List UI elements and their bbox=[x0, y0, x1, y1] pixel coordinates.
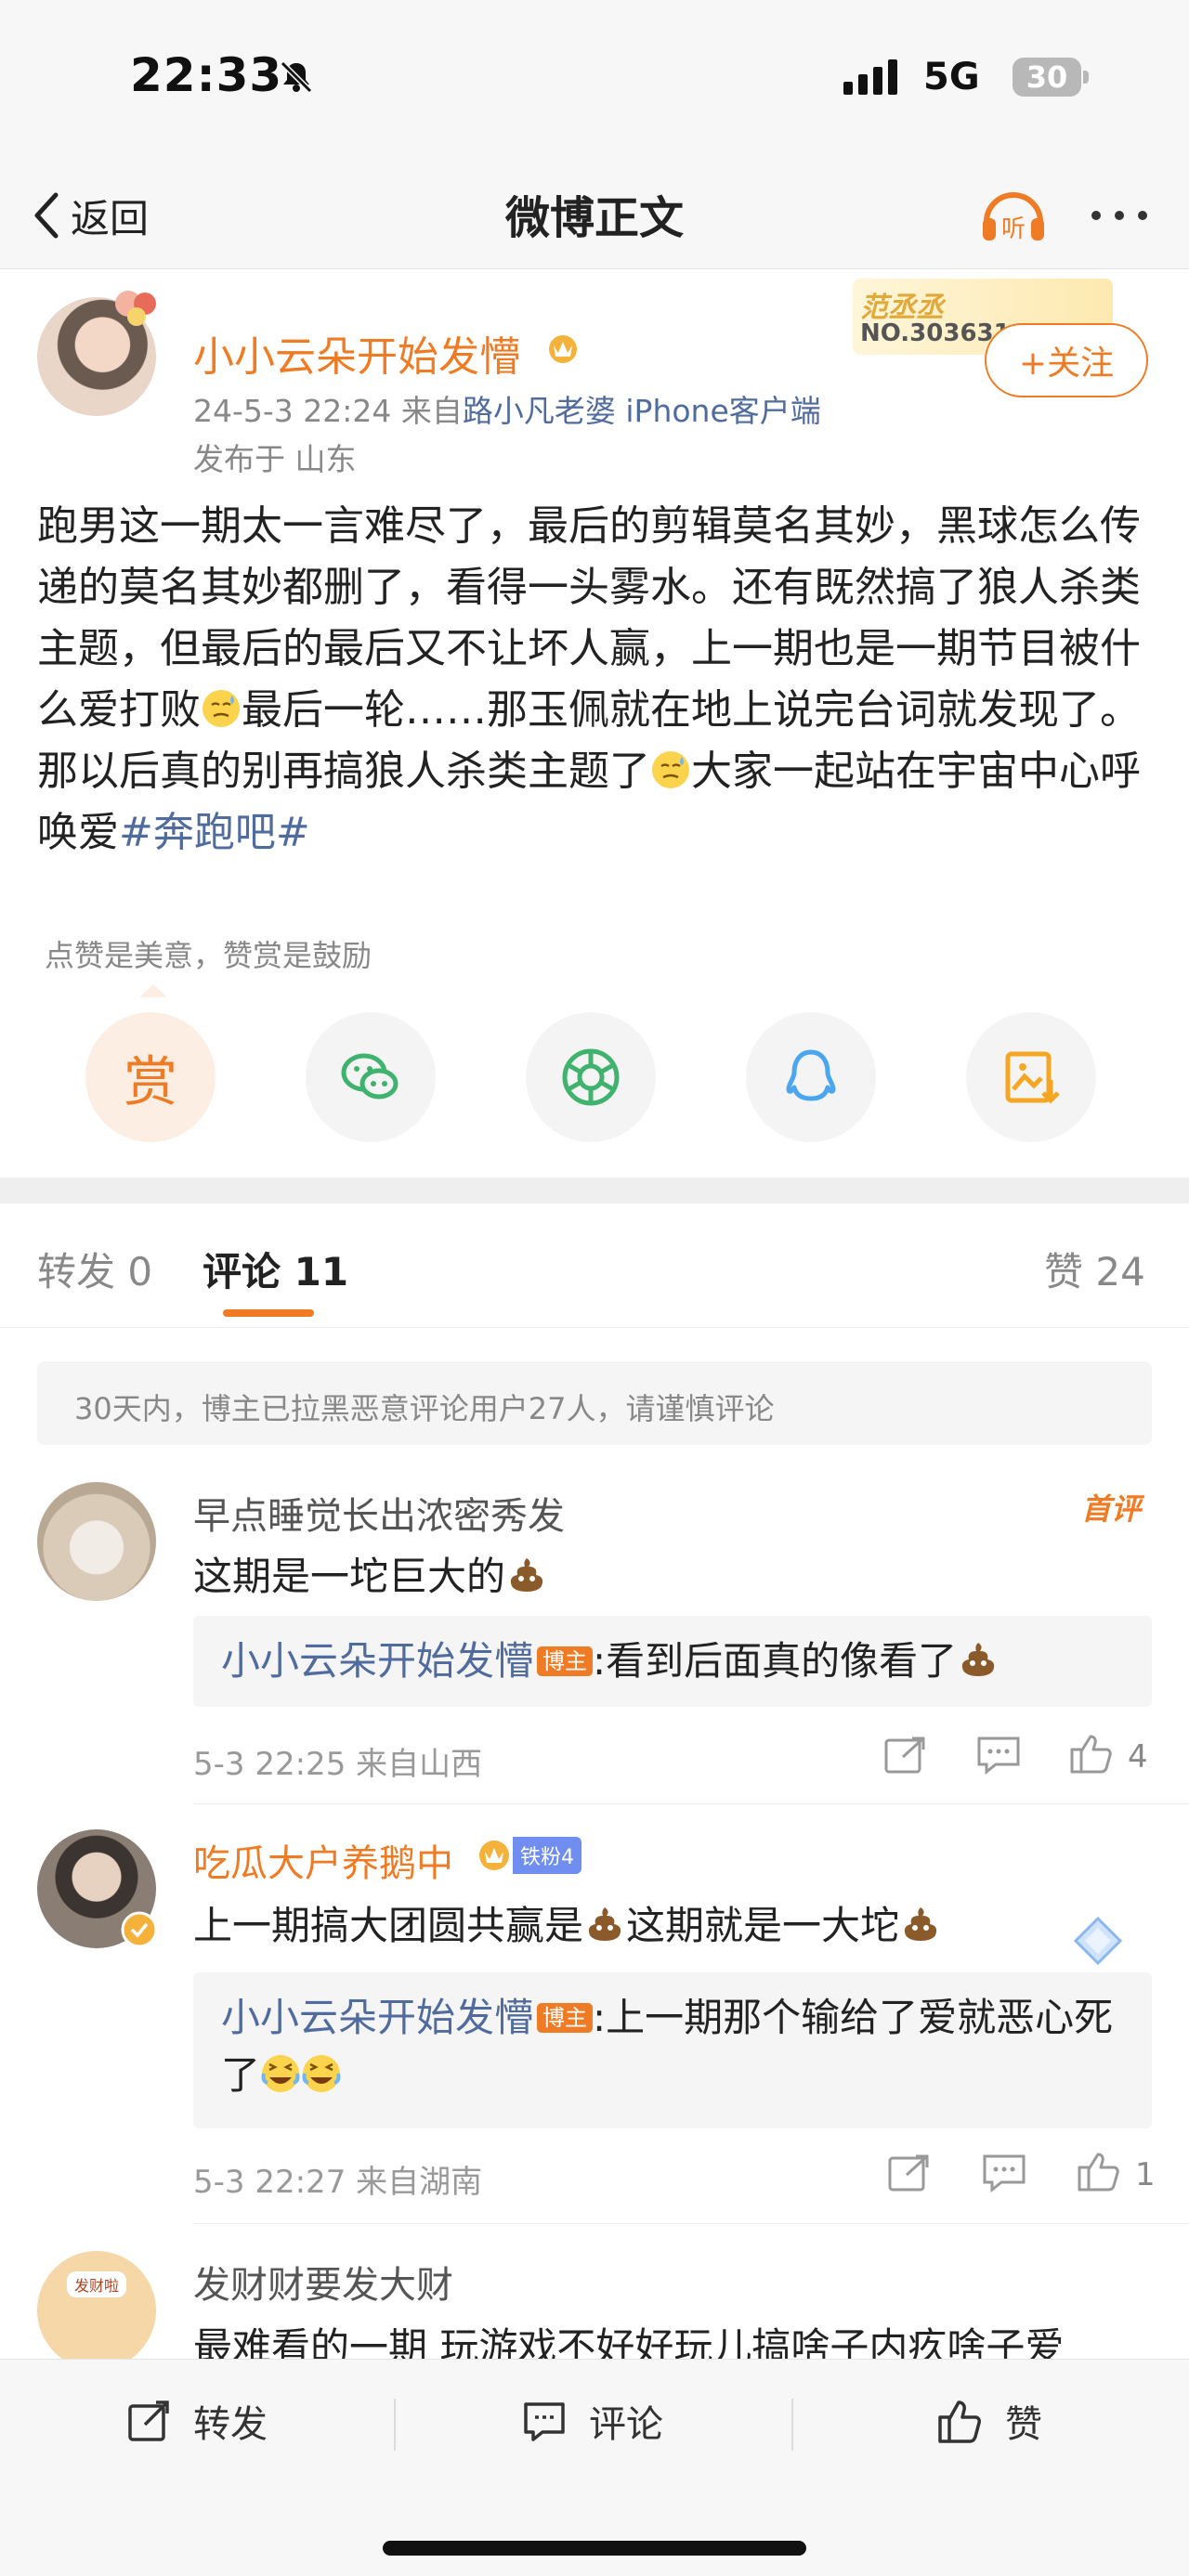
laugh-cry-emoji-icon bbox=[261, 2055, 300, 2092]
like-label: 赞 bbox=[1005, 2403, 1042, 2446]
blogger-tag: 博主 bbox=[537, 2003, 594, 2033]
separator bbox=[791, 2399, 793, 2451]
first-comment-badge: 首评 bbox=[1081, 1491, 1142, 1527]
reply-comment-icon[interactable] bbox=[979, 2151, 1029, 2195]
avatar-text: 发财啦 bbox=[66, 2271, 126, 2297]
more-icon[interactable] bbox=[1087, 202, 1152, 229]
commenter-avatar[interactable]: 发财啦 bbox=[37, 2251, 156, 2370]
verified-badge-icon bbox=[121, 1911, 158, 1948]
comment-text: 这期是一坨巨大的 bbox=[193, 1545, 548, 1602]
wechat-share-button[interactable] bbox=[306, 1012, 436, 1142]
poop-emoji-icon bbox=[588, 1907, 621, 1941]
blogger-reply[interactable]: 小小云朵开始发懵 博主:上一期那个输给了爱就恶心死了 bbox=[193, 1972, 1152, 2128]
reward-hint: 点赞是美意，赞赏是鼓励 bbox=[45, 938, 372, 973]
share-comment-icon[interactable] bbox=[881, 1733, 931, 1777]
headphones-icon[interactable]: 听 bbox=[977, 179, 1050, 252]
comment-button[interactable]: 评论 bbox=[520, 2393, 663, 2449]
like-count: 1 bbox=[1135, 2156, 1156, 2193]
repost-icon bbox=[128, 2400, 169, 2441]
comment-text-part2: 这期就是一大坨 bbox=[626, 1903, 900, 1948]
repost-label: 转发 bbox=[193, 2403, 268, 2446]
moments-icon bbox=[562, 1048, 620, 1106]
post-body: 跑男这一期太一言难尽了，最后的剪辑莫名其妙，黑球怎么传递的莫名其妙都删了，看得一… bbox=[37, 496, 1152, 864]
iron-fan-badge: 铁粉4 bbox=[476, 1837, 581, 1874]
blogger-tag: 博主 bbox=[537, 1646, 594, 1676]
post-source-link[interactable]: 路小凡老婆 iPhone客户端 bbox=[463, 393, 821, 429]
battery-icon: 30 bbox=[1013, 58, 1081, 97]
post-meta: 24-5-3 22:24 来自路小凡老婆 iPhone客户端 bbox=[193, 386, 821, 431]
image-download-icon bbox=[1005, 1051, 1060, 1104]
comment-meta: 5-3 22:25 来自山西 bbox=[193, 1746, 483, 1783]
share-row: 赏 bbox=[85, 1012, 1107, 1142]
share-comment-icon[interactable] bbox=[884, 2151, 934, 2195]
listen-label: 听 bbox=[1001, 215, 1026, 243]
qq-share-button[interactable] bbox=[746, 1012, 876, 1142]
qq-icon bbox=[786, 1049, 836, 1101]
comment-divider bbox=[193, 1803, 1189, 1804]
battery-level: 30 bbox=[1026, 59, 1068, 95]
commenter-name[interactable]: 吃瓜大户养鹅中 bbox=[193, 1833, 453, 1887]
hint-arrow-icon bbox=[139, 984, 167, 997]
poop-emoji-icon bbox=[962, 1643, 995, 1676]
post-time: 24-5-3 22:24 来自 bbox=[193, 393, 463, 429]
comment-text-part1: 上一期搞大团圆共赢是 bbox=[193, 1903, 584, 1948]
laugh-cry-emoji-icon bbox=[302, 2055, 341, 2092]
comment-notice: 30天内，博主已拉黑恶意评论用户27人，请谨慎评论 bbox=[37, 1361, 1152, 1445]
comment-icon bbox=[524, 2402, 565, 2441]
poop-emoji-icon bbox=[510, 1558, 543, 1592]
separator bbox=[394, 2399, 396, 2451]
reply-text: :看到后面真的像看了 bbox=[593, 1638, 958, 1684]
tab-comment[interactable]: 评论 11 bbox=[203, 1241, 348, 1297]
status-time: 22:33 bbox=[130, 48, 283, 102]
like-comment-icon[interactable] bbox=[1066, 1731, 1117, 1776]
section-gap bbox=[0, 1177, 1189, 1203]
follow-button[interactable]: +关注 bbox=[985, 323, 1148, 397]
comment-label: 评论 bbox=[589, 2403, 663, 2446]
moments-share-button[interactable] bbox=[526, 1012, 656, 1142]
bell-muted-icon bbox=[280, 60, 313, 94]
blogger-reply[interactable]: 小小云朵开始发懵 博主:看到后面真的像看了 bbox=[193, 1616, 1152, 1707]
author-name[interactable]: 小小云朵开始发懵 bbox=[193, 323, 520, 383]
commenter-name[interactable]: 发财财要发大财 bbox=[193, 2255, 453, 2309]
repost-button[interactable]: 转发 bbox=[124, 2393, 268, 2449]
comment-text-content: 这期是一坨巨大的 bbox=[193, 1554, 506, 1599]
reply-comment-icon[interactable] bbox=[973, 1733, 1024, 1777]
like-button[interactable]: 赞 bbox=[936, 2393, 1042, 2449]
tab-repost[interactable]: 转发 0 bbox=[37, 1241, 152, 1297]
diamond-decoration-icon bbox=[1073, 1916, 1123, 1966]
tab-like[interactable]: 赞 24 bbox=[1044, 1241, 1145, 1297]
signal-icon bbox=[843, 59, 897, 95]
sweat-emoji-icon bbox=[203, 690, 240, 727]
nav-bar: 返回 微博正文 听 bbox=[0, 163, 1189, 269]
reply-author[interactable]: 小小云朵开始发懵 bbox=[221, 1995, 533, 2040]
save-image-button[interactable] bbox=[966, 1012, 1096, 1142]
home-indicator bbox=[383, 2541, 806, 2556]
commenter-name[interactable]: 早点睡觉长出浓密秀发 bbox=[193, 1486, 565, 1540]
crown-badge-icon bbox=[479, 1841, 509, 1870]
reply-author[interactable]: 小小云朵开始发懵 bbox=[221, 1638, 533, 1684]
battery-tip bbox=[1083, 71, 1089, 84]
comment-meta: 5-3 22:27 来自湖南 bbox=[193, 2164, 483, 2201]
fan-level: 铁粉4 bbox=[513, 1837, 581, 1874]
post-location: 发布于 山东 bbox=[193, 441, 357, 477]
commenter-avatar[interactable] bbox=[37, 1482, 156, 1601]
wechat-icon bbox=[341, 1053, 399, 1099]
comment-text: 上一期搞大团圆共赢是 这期就是一大坨 bbox=[193, 1894, 942, 1951]
crown-badge-icon bbox=[549, 335, 577, 363]
sweat-emoji-icon bbox=[652, 751, 689, 788]
tab-bar: 转发 0 评论 11 赞 24 bbox=[0, 1203, 1189, 1328]
like-count: 4 bbox=[1128, 1738, 1148, 1776]
poop-emoji-icon bbox=[904, 1907, 937, 1941]
comment-divider bbox=[193, 2223, 1189, 2224]
avatar-decoration-icon bbox=[115, 291, 156, 326]
like-comment-icon[interactable] bbox=[1074, 2149, 1124, 2193]
tab-indicator bbox=[223, 1309, 314, 1317]
reward-button[interactable]: 赏 bbox=[85, 1012, 216, 1142]
hashtag-link[interactable]: #奔跑吧# bbox=[119, 809, 310, 856]
thumbs-up-icon bbox=[938, 2400, 981, 2443]
network-label: 5G bbox=[923, 56, 980, 98]
status-bar: 22:33 5G 30 bbox=[0, 0, 1189, 163]
